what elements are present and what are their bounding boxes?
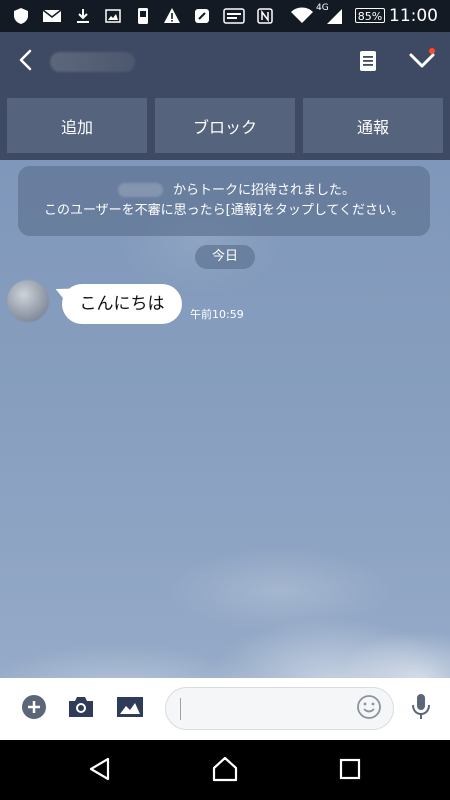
emoji-icon xyxy=(356,694,382,724)
action-bar: 追加 ブロック 通報 xyxy=(0,92,450,160)
system-nav-bar xyxy=(0,740,450,800)
square-recents-icon xyxy=(338,757,362,785)
system-message-line2: このユーザーを不審に思ったら[通報]をタップしてください。 xyxy=(43,203,405,218)
device-icon xyxy=(134,7,152,25)
input-bar xyxy=(0,678,450,740)
signal-icon xyxy=(325,7,343,25)
mic-button[interactable] xyxy=(406,694,436,724)
avatar[interactable] xyxy=(7,280,49,322)
nav-recents-button[interactable] xyxy=(334,755,366,787)
check-icon xyxy=(409,51,435,73)
triangle-back-icon xyxy=(87,756,113,786)
nfc-icon xyxy=(256,7,274,25)
carrier-app-icon xyxy=(222,7,246,25)
download-icon xyxy=(74,7,92,25)
wifi-icon xyxy=(290,7,314,25)
chat-title-redacted xyxy=(50,52,135,72)
report-button[interactable]: 通報 xyxy=(303,98,443,153)
back-button[interactable] xyxy=(10,46,42,78)
block-button[interactable]: ブロック xyxy=(155,98,295,153)
microphone-icon xyxy=(410,692,432,726)
battery-indicator: 85% xyxy=(355,8,385,23)
nav-back-button[interactable] xyxy=(84,755,116,787)
camera-icon xyxy=(67,694,95,724)
warning-icon xyxy=(163,7,181,25)
inviter-name-redacted xyxy=(118,183,163,197)
message-time: 午前10:59 xyxy=(190,308,244,321)
nav-home-button[interactable] xyxy=(209,755,241,787)
camera-button[interactable] xyxy=(66,694,96,724)
image-button[interactable] xyxy=(115,694,145,724)
plus-circle-icon xyxy=(20,693,48,725)
date-separator: 今日 xyxy=(195,245,255,269)
emoji-button[interactable] xyxy=(355,695,383,723)
message-bubble[interactable]: こんにちは xyxy=(62,284,182,324)
notification-dot xyxy=(429,48,435,54)
system-message: からトークに招待されました。 このユーザーを不審に思ったら[通報]をタップしてく… xyxy=(18,166,430,236)
chevron-left-icon xyxy=(16,48,36,76)
chat-area: からトークに招待されました。 このユーザーを不審に思ったら[通報]をタップしてく… xyxy=(0,160,450,678)
note-button[interactable] xyxy=(355,50,381,76)
home-icon xyxy=(211,756,239,786)
status-bar: 4G 85% 11:00 xyxy=(0,0,450,32)
image-notification-icon xyxy=(104,7,122,25)
app-notification-icon xyxy=(193,7,211,25)
plus-button[interactable] xyxy=(19,694,49,724)
shield-icon xyxy=(12,7,30,25)
status-time: 11:00 xyxy=(389,6,438,26)
message-input[interactable] xyxy=(165,687,394,730)
chat-header xyxy=(0,32,450,92)
menu-toggle-button[interactable] xyxy=(405,46,439,78)
text-caret xyxy=(180,698,181,720)
note-icon xyxy=(358,50,378,76)
add-friend-button[interactable]: 追加 xyxy=(7,98,147,153)
mail-icon xyxy=(42,7,62,25)
system-message-line1: からトークに招待されました。 xyxy=(172,183,355,198)
image-icon xyxy=(116,695,144,723)
